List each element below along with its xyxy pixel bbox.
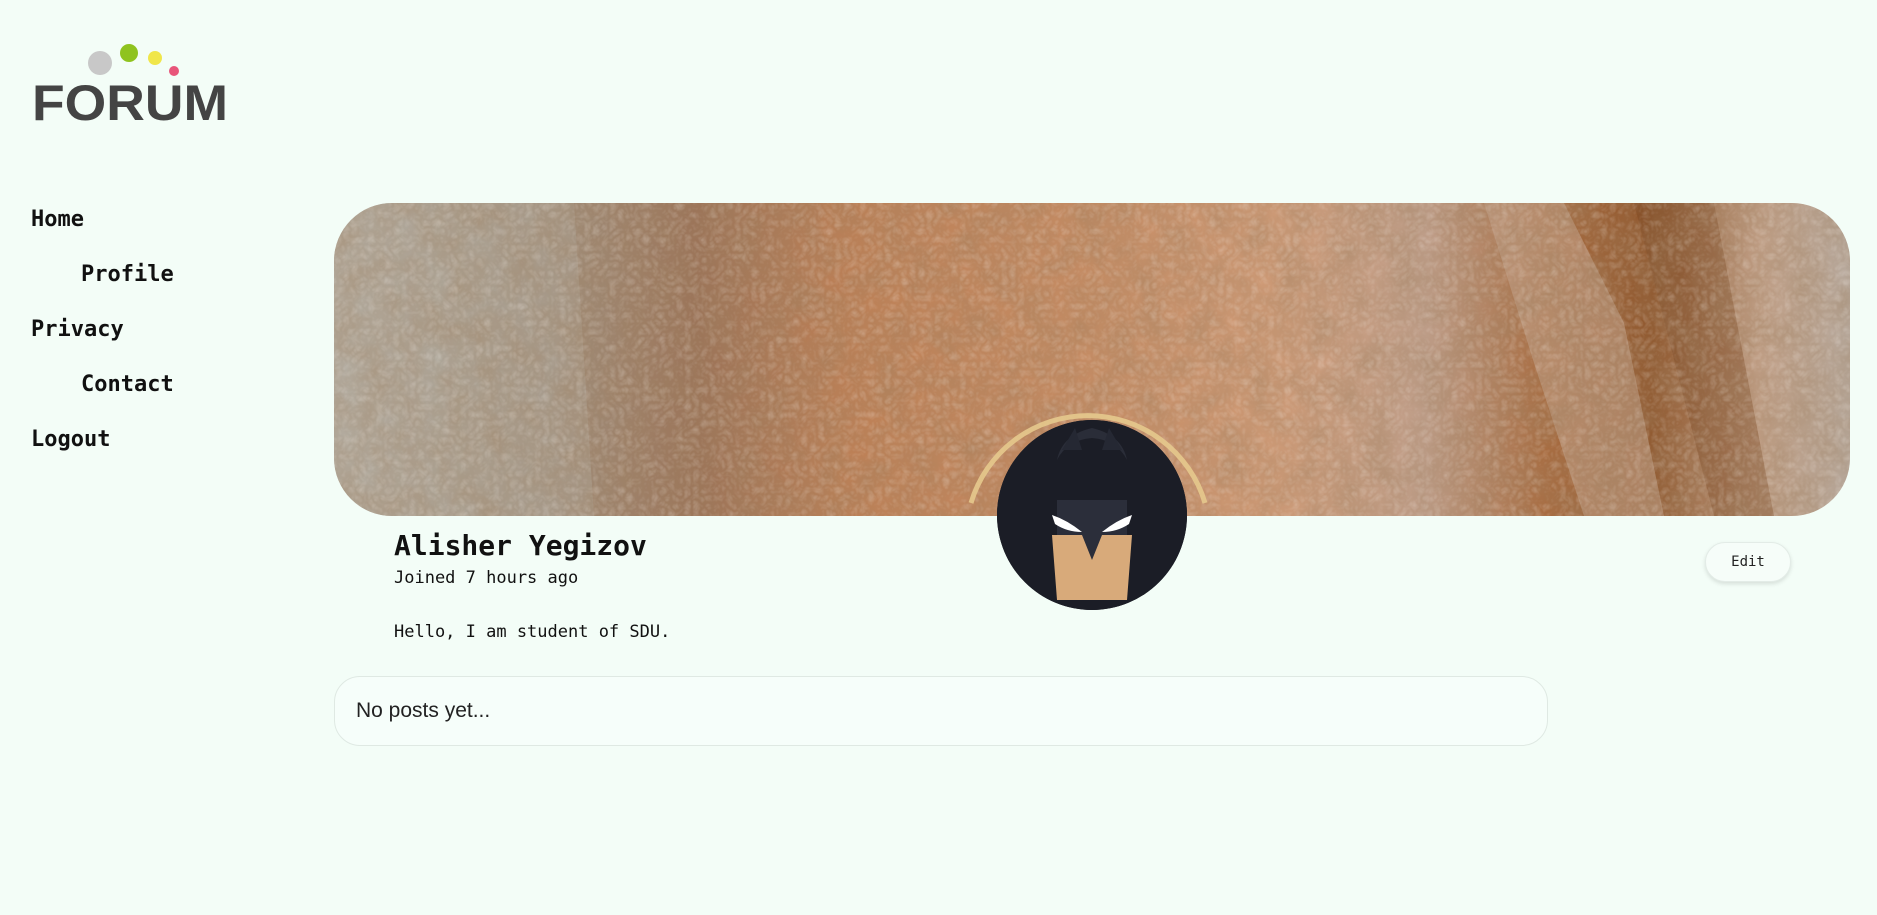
forum-logo[interactable]: FORUM bbox=[34, 42, 234, 122]
sidebar-item-logout[interactable]: Logout bbox=[31, 422, 291, 477]
avatar[interactable] bbox=[968, 413, 1208, 610]
batman-avatar-icon bbox=[997, 420, 1187, 610]
profile-joined: Joined 7 hours ago bbox=[394, 568, 579, 588]
logo-text: FORUM bbox=[34, 75, 228, 122]
sidebar-item-profile[interactable]: Profile bbox=[31, 257, 291, 312]
profile-name: Alisher Yegizov bbox=[394, 529, 647, 562]
logo-yellow-dot bbox=[148, 51, 162, 65]
edit-profile-button[interactable]: Edit bbox=[1705, 542, 1791, 582]
profile-bio: Hello, I am student of SDU. bbox=[394, 622, 671, 642]
logo-green-dot bbox=[120, 44, 138, 62]
posts-list: No posts yet... bbox=[334, 676, 1548, 746]
sidebar-item-privacy[interactable]: Privacy bbox=[31, 312, 291, 367]
posts-empty-message: No posts yet... bbox=[356, 699, 491, 722]
sidebar-nav: Home Profile Privacy Contact Logout bbox=[31, 202, 291, 477]
logo-gray-dot bbox=[88, 51, 112, 75]
sidebar-item-home[interactable]: Home bbox=[31, 202, 291, 257]
sidebar-item-contact[interactable]: Contact bbox=[31, 367, 291, 422]
